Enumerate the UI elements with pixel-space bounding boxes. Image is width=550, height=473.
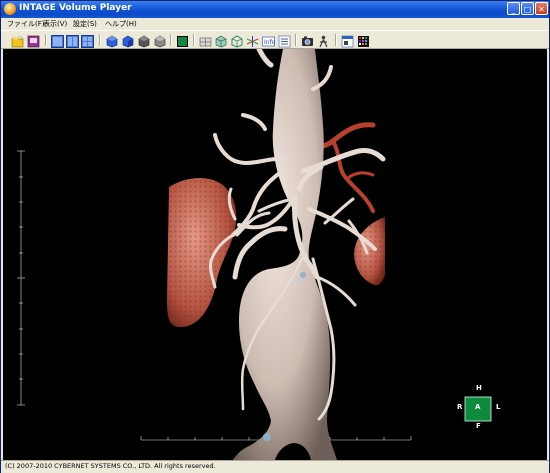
orientation-foot: F bbox=[476, 422, 481, 430]
app-icon[interactable] bbox=[4, 3, 16, 15]
volume-rendering[interactable] bbox=[3, 49, 547, 460]
title-bar[interactable]: INTAGE Volume Player _ □ ✕ bbox=[1, 1, 549, 18]
orientation-left: L bbox=[496, 403, 501, 411]
cube-front-icon[interactable] bbox=[105, 33, 118, 48]
toolbar-separator bbox=[295, 34, 297, 46]
info-icon[interactable]: Info bbox=[262, 33, 276, 47]
menu-bar: ファイル(F) 表示(V) 設定(S) ヘルプ(H) bbox=[1, 18, 549, 30]
green-square-icon[interactable] bbox=[176, 33, 189, 47]
close-button[interactable]: ✕ bbox=[535, 2, 548, 15]
mpr-icon[interactable] bbox=[199, 33, 212, 47]
menu-file[interactable]: ファイル(F) bbox=[7, 18, 45, 30]
kidney-right bbox=[167, 178, 237, 327]
toolbar-separator bbox=[45, 34, 47, 46]
app-window: INTAGE Volume Player _ □ ✕ ファイル(F) 表示(V)… bbox=[0, 0, 550, 473]
status-bar: (C) 2007-2010 CYBERNET SYSTEMS CO., LTD.… bbox=[1, 460, 549, 473]
minimize-button[interactable]: _ bbox=[507, 2, 520, 15]
aorta bbox=[233, 49, 337, 460]
window-icon[interactable] bbox=[341, 33, 354, 48]
toolbar-separator bbox=[170, 34, 172, 46]
render-viewport[interactable]: H F R L A bbox=[3, 49, 547, 460]
orientation-anterior: A bbox=[475, 403, 481, 411]
menu-help[interactable]: ヘルプ(H) bbox=[105, 18, 137, 30]
layout-single-icon[interactable] bbox=[51, 33, 64, 48]
figure-icon[interactable] bbox=[317, 33, 330, 48]
cube-gray-icon[interactable] bbox=[137, 33, 150, 48]
menu-settings[interactable]: 設定(S) bbox=[73, 18, 97, 30]
cube-side-icon[interactable] bbox=[121, 33, 134, 48]
svg-text:Info: Info bbox=[264, 39, 275, 46]
save-image-icon[interactable] bbox=[27, 33, 40, 48]
palette-icon[interactable] bbox=[357, 33, 370, 47]
orientation-right: R bbox=[457, 403, 463, 411]
vertical-scale-bar bbox=[17, 150, 25, 406]
kidney-left bbox=[354, 217, 385, 286]
open-file-icon[interactable] bbox=[11, 33, 24, 48]
clip-box-icon[interactable] bbox=[230, 33, 243, 48]
toolbar-separator bbox=[99, 34, 101, 46]
menu-view[interactable]: 表示(V) bbox=[43, 18, 67, 30]
maximize-button[interactable]: □ bbox=[521, 2, 534, 15]
toolbar: Info bbox=[1, 30, 549, 49]
toolbar-separator bbox=[193, 34, 195, 46]
window-title: INTAGE Volume Player bbox=[19, 3, 132, 13]
axis-icon[interactable] bbox=[246, 33, 259, 47]
list-icon[interactable] bbox=[278, 33, 291, 48]
layout-quad-icon[interactable] bbox=[81, 33, 94, 48]
layout-dual-icon[interactable] bbox=[66, 33, 79, 48]
copyright-text: (C) 2007-2010 CYBERNET SYSTEMS CO., LTD.… bbox=[5, 462, 216, 470]
cube-light-icon[interactable] bbox=[153, 33, 166, 48]
camera-icon[interactable] bbox=[301, 33, 314, 46]
orientation-head: H bbox=[476, 384, 482, 392]
toolbar-separator bbox=[335, 34, 337, 46]
volume-icon[interactable] bbox=[214, 33, 227, 48]
